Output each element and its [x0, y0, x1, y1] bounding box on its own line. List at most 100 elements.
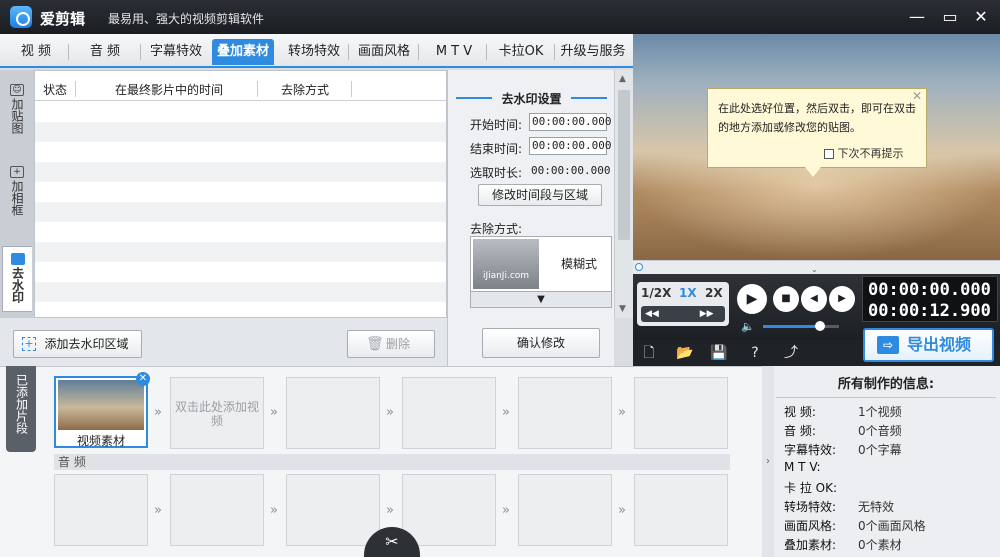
empty-video-slot[interactable] [402, 377, 496, 449]
add-watermark-region-button[interactable]: + 添加去水印区域 [13, 330, 142, 358]
column-status[interactable]: 状态 [43, 81, 67, 98]
frame-step-control[interactable]: ◀◀ ▶▶ [641, 306, 725, 322]
empty-audio-slot[interactable] [286, 474, 380, 546]
info-value: 无特效 [858, 500, 895, 514]
stop-icon[interactable]: ■ [773, 286, 799, 312]
settings-scrollbar[interactable]: ▲ ▼ [614, 70, 633, 318]
watermark-settings-panel: 去水印设置 开始时间: 00:00:00.000 结束时间: 00:00:00.… [447, 70, 614, 366]
play-icon[interactable]: ▶ [737, 284, 767, 314]
delete-button[interactable]: 🗑 删除 [347, 330, 435, 358]
tab-karaoke[interactable]: 卡拉OK [490, 39, 552, 65]
speed-half[interactable]: 1/2X [641, 286, 671, 300]
start-time-field[interactable]: 00:00:00.000 [529, 113, 611, 131]
open-folder-icon[interactable]: 📂 [675, 344, 695, 362]
nav-add-sticker[interactable]: ☺ 加贴图 [2, 84, 32, 137]
speed-double[interactable]: 2X [705, 286, 723, 300]
volume-slider[interactable] [763, 321, 839, 331]
table-row [35, 142, 446, 162]
remove-method-selector[interactable]: iJianJi.com 模糊式 [470, 236, 612, 292]
column-remove-method[interactable]: 去除方式 [281, 81, 329, 98]
delete-label: 删除 [385, 337, 410, 351]
scroll-up-icon[interactable]: ▲ [619, 74, 626, 84]
scroll-thumb[interactable] [618, 90, 630, 240]
empty-video-slot[interactable] [634, 377, 728, 449]
seek-handle[interactable] [635, 263, 643, 271]
seek-bar[interactable]: ⌄ [633, 260, 1000, 274]
minimize-icon[interactable]: — [906, 7, 928, 27]
confirm-modify-button[interactable]: 确认修改 [482, 328, 600, 358]
dont-show-again-label: 下次不再提示 [837, 147, 904, 160]
info-value: 0个字幕 [858, 443, 902, 457]
maximize-icon[interactable]: ▭ [939, 7, 961, 27]
end-time-field[interactable]: 00:00:00.000 [529, 137, 611, 155]
new-project-icon[interactable]: 🗋 [639, 344, 659, 362]
share-icon[interactable]: ⤴ [781, 344, 801, 362]
tab-picture-style[interactable]: 画面风格 [352, 39, 416, 65]
app-logo-icon [10, 6, 32, 28]
empty-video-slot[interactable] [286, 377, 380, 449]
table-row [35, 242, 446, 262]
sequence-arrow-icon: » [386, 503, 394, 518]
main-tab-bar: 视 频 音 频 字幕特效 叠加素材 转场特效 画面风格 M T V 卡拉OK 升… [0, 34, 633, 68]
tab-transitions[interactable]: 转场特效 [282, 39, 346, 65]
empty-audio-slot[interactable] [54, 474, 148, 546]
next-frame-icon[interactable]: ▶ [829, 286, 855, 312]
tab-video[interactable]: 视 频 [8, 39, 64, 65]
table-row [35, 262, 446, 282]
empty-video-slot[interactable]: 双击此处添加视频 [170, 377, 264, 449]
close-icon[interactable]: ✕ [970, 7, 992, 27]
table-header: 状态 在最终影片中的时间 去除方式 [35, 77, 446, 101]
nav-remove-watermark[interactable]: 去水印 [2, 246, 32, 312]
volume-icon[interactable]: 🔈 [741, 320, 755, 333]
column-final-time[interactable]: 在最终影片中的时间 [115, 81, 223, 98]
collapse-info-icon[interactable]: › [762, 366, 774, 557]
tab-subtitle-effects[interactable]: 字幕特效 [144, 39, 208, 65]
checkbox-icon[interactable] [824, 149, 834, 159]
method-dropdown-arrow[interactable]: ▼ [470, 292, 612, 308]
export-video-button[interactable]: ⇨ 导出视频 [863, 328, 994, 362]
blur-preview-thumbnail: iJianJi.com [473, 239, 539, 289]
production-info-panel: 所有制作的信息: 视 频: 1个视频 音 频: 0个音频 字幕特效: 0个字幕 … [774, 366, 1000, 557]
region-actions-bar: + 添加去水印区域 🗑 删除 [0, 318, 447, 366]
export-icon: ⇨ [877, 336, 899, 354]
info-label: 转场特效: [784, 500, 837, 514]
empty-audio-slot[interactable] [170, 474, 264, 546]
nav-add-frame[interactable]: + 加相框 [2, 166, 32, 219]
scroll-down-icon[interactable]: ▼ [619, 304, 626, 314]
table-row [35, 102, 446, 122]
seek-collapse-icon[interactable]: ⌄ [811, 265, 818, 274]
sequence-arrow-icon: » [154, 503, 162, 518]
speed-controls: 1/2X 1X 2X ◀◀ ▶▶ [637, 282, 729, 326]
save-icon[interactable]: 💾 [709, 344, 729, 362]
empty-audio-slot[interactable] [402, 474, 496, 546]
audio-track-label: 音 频 [54, 454, 730, 470]
tab-upgrade-service[interactable]: 升级与服务 [556, 39, 630, 65]
empty-audio-slot[interactable] [634, 474, 728, 546]
watermark-region-table: 状态 在最终影片中的时间 去除方式 [34, 70, 447, 318]
previous-frame-icon[interactable]: ◀ [801, 286, 827, 312]
empty-video-slot[interactable] [518, 377, 612, 449]
sequence-arrow-icon: » [618, 405, 626, 420]
remove-method-label: 去除方式: [470, 222, 523, 236]
info-value: 0个素材 [858, 538, 902, 552]
tooltip-close-icon[interactable]: ✕ [912, 89, 922, 103]
help-icon[interactable]: ? [745, 344, 765, 362]
tab-mtv[interactable]: M T V [424, 39, 484, 65]
remove-clip-icon[interactable]: ✕ [136, 372, 150, 386]
empty-audio-slot[interactable] [518, 474, 612, 546]
tab-audio[interactable]: 音 频 [74, 39, 136, 65]
volume-handle[interactable] [815, 321, 825, 331]
sequence-arrow-icon: » [386, 405, 394, 420]
watermark-icon [10, 253, 25, 265]
sequence-arrow-icon: » [502, 405, 510, 420]
modify-range-button[interactable]: 修改时间段与区域 [478, 184, 602, 206]
table-row [35, 222, 446, 242]
speed-normal[interactable]: 1X [679, 286, 697, 300]
step-forward-icon: ▶▶ [699, 309, 714, 319]
duration-value: 00:00:00.000 [531, 164, 611, 177]
dont-show-again-checkbox[interactable]: 下次不再提示 [824, 145, 904, 161]
added-clips-tab[interactable]: 已添加片段 [6, 366, 36, 452]
video-clip[interactable]: 视频素材 [54, 376, 148, 448]
tab-overlay-material[interactable]: 叠加素材 [212, 39, 274, 65]
info-label: 字幕特效: [784, 443, 837, 457]
